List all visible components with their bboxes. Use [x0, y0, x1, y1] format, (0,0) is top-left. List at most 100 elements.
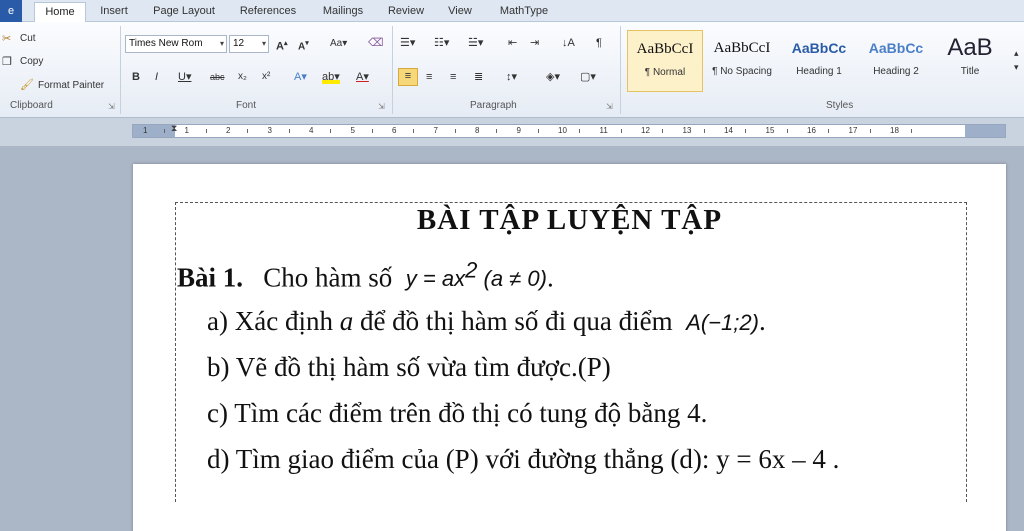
- chevron-down-icon[interactable]: ▾: [220, 36, 224, 52]
- ruler-tick: [537, 129, 539, 133]
- ruler-number: 5: [350, 126, 355, 135]
- align-left-icon[interactable]: ≡: [398, 68, 418, 86]
- format-painter-button[interactable]: Format Painter: [38, 80, 104, 91]
- file-tab[interactable]: e: [0, 0, 22, 22]
- align-right-icon[interactable]: ≡: [450, 70, 456, 84]
- style-preview: AaBbCc: [791, 40, 847, 56]
- ruler-number: 6: [392, 126, 397, 135]
- style-heading-1[interactable]: AaBbCc Heading 1: [781, 30, 857, 92]
- pilcrow-icon[interactable]: ¶: [596, 36, 602, 50]
- exercise-label: Bài 1.: [177, 262, 244, 293]
- numbering-icon[interactable]: ☷▾: [434, 36, 449, 50]
- function-equation: y = ax2 (a ≠ 0): [405, 258, 547, 292]
- paragraph-launcher-icon[interactable]: ⇲: [606, 102, 613, 111]
- indent-marker-icon[interactable]: ⧗: [171, 123, 177, 134]
- increase-indent-icon[interactable]: ⇥: [530, 36, 539, 50]
- italic-icon[interactable]: I: [155, 70, 158, 84]
- grow-font-icon[interactable]: A▴: [276, 37, 287, 54]
- subscript-icon[interactable]: x₂: [238, 70, 247, 84]
- clipboard-launcher-icon[interactable]: ⇲: [108, 102, 115, 111]
- style-preview: AaBbCc: [868, 40, 924, 56]
- font-name-value: Times New Rom: [129, 38, 203, 49]
- tab-page-layout[interactable]: Page Layout: [146, 2, 222, 22]
- item-d: d) Tìm giao điểm của (P) với đường thẳng…: [207, 444, 840, 474]
- ruler-number: 1: [143, 126, 148, 135]
- text-effects-icon[interactable]: A▾: [294, 70, 307, 84]
- exercise-1-line: Bài 1. Cho hàm số y = ax2 (a ≠ 0).: [177, 258, 554, 293]
- style-preview: AaB: [947, 34, 993, 61]
- ruler-number: 10: [558, 126, 567, 135]
- ruler-tick: [579, 129, 580, 133]
- ruler-tick: [247, 129, 248, 133]
- ruler-tick: [164, 129, 165, 133]
- justify-icon[interactable]: ≣: [474, 70, 483, 84]
- superscript-icon[interactable]: x²: [262, 70, 270, 84]
- multilevel-list-icon[interactable]: ☱▾: [468, 36, 483, 50]
- chevron-down-icon[interactable]: ▾: [262, 36, 266, 52]
- ruler-tick: [828, 129, 829, 133]
- font-size-combo[interactable]: 12 ▾: [229, 35, 269, 53]
- font-launcher-icon[interactable]: ⇲: [378, 102, 385, 111]
- clear-formatting-icon[interactable]: ⌫: [368, 36, 384, 50]
- tab-home[interactable]: Home: [34, 2, 86, 22]
- tab-review[interactable]: Review: [380, 2, 432, 22]
- style-title[interactable]: AaB Title: [935, 30, 1005, 92]
- item-a: a) Xác định a để đồ thị hàm số đi qua đi…: [207, 306, 766, 336]
- strikethrough-icon[interactable]: abc: [210, 70, 225, 84]
- ruler-tick: [288, 129, 290, 133]
- bullets-icon[interactable]: ☰▾: [400, 36, 415, 50]
- line-spacing-icon[interactable]: ↕▾: [506, 70, 517, 84]
- separator: [620, 26, 621, 114]
- highlight-icon[interactable]: ab▾: [322, 70, 340, 84]
- change-case-icon[interactable]: Aa▾: [330, 37, 347, 51]
- ruler-number: 7: [433, 126, 438, 135]
- ruler-number: 2: [226, 126, 231, 135]
- underline-icon[interactable]: U▾: [178, 70, 191, 84]
- bold-icon[interactable]: B: [132, 70, 140, 84]
- font-color-icon[interactable]: A▾: [356, 70, 369, 84]
- ruler-number: 12: [641, 126, 650, 135]
- style-normal[interactable]: AaBbCcI ¶ Normal: [627, 30, 703, 92]
- shrink-font-icon[interactable]: A▾: [298, 37, 309, 54]
- tab-mailings[interactable]: Mailings: [314, 2, 372, 22]
- ruler-tick: [454, 129, 456, 133]
- ruler-tick: [662, 129, 663, 133]
- styles-scroll-icon[interactable]: ▴ ▾: [1014, 46, 1019, 74]
- copy-icon[interactable]: ❐: [2, 55, 12, 69]
- period: .: [546, 262, 554, 293]
- cut-button[interactable]: Cut: [20, 33, 36, 44]
- decrease-indent-icon[interactable]: ⇤: [508, 36, 517, 50]
- scissors-icon[interactable]: ✂: [2, 32, 11, 46]
- point-a: A(−1;2): [686, 310, 759, 335]
- ruler-tick: [703, 129, 705, 133]
- style-name: ¶ Normal: [644, 67, 686, 78]
- ruler-number: 17: [848, 126, 858, 135]
- ribbon-tab-bar: e Home Insert Page Layout References Mai…: [0, 0, 1024, 22]
- ruler-left-margin: [133, 125, 175, 137]
- ruler-tick: [869, 129, 871, 133]
- ruler-tick: [620, 129, 622, 133]
- ruler-tick: [205, 129, 207, 133]
- ruler-area: ⧗ 1 1 2 3 4 5 6 7 8 9 10 11 12 13 14 15 16 17 18: [0, 118, 1024, 146]
- sort-icon[interactable]: ↓A: [562, 36, 575, 50]
- font-name-combo[interactable]: Times New Rom ▾: [125, 35, 227, 53]
- item-c: c) Tìm các điểm trên đồ thị có tung độ b…: [207, 398, 708, 428]
- tab-references[interactable]: References: [232, 2, 304, 22]
- ribbon: ✂ Cut ❐ Copy 🖌 Format Painter Clipboard …: [0, 22, 1024, 118]
- tab-insert[interactable]: Insert: [94, 2, 134, 22]
- document-page[interactable]: BÀI TẬP LUYỆN TẬP Bài 1. Cho hàm số y = …: [133, 164, 1006, 531]
- exercise-intro: Cho hàm số: [263, 262, 393, 293]
- style-no-spacing[interactable]: AaBbCcI ¶ No Spacing: [704, 30, 780, 92]
- ruler-number: 18: [890, 126, 899, 135]
- format-painter-icon[interactable]: 🖌: [20, 78, 34, 92]
- shading-icon[interactable]: ◈▾: [546, 70, 560, 84]
- borders-icon[interactable]: ▢▾: [580, 70, 596, 84]
- style-heading-2[interactable]: AaBbCc Heading 2: [858, 30, 934, 92]
- tab-view[interactable]: View: [440, 2, 480, 22]
- ruler-tick: [745, 129, 746, 133]
- horizontal-ruler[interactable]: ⧗ 1 1 2 3 4 5 6 7 8 9 10 11 12 13 14 15 16 17 18: [132, 123, 1006, 138]
- ruler-tick: [911, 129, 912, 133]
- copy-button[interactable]: Copy: [20, 56, 43, 67]
- tab-mathtype[interactable]: MathType: [488, 2, 560, 22]
- align-center-icon[interactable]: ≡: [426, 70, 432, 84]
